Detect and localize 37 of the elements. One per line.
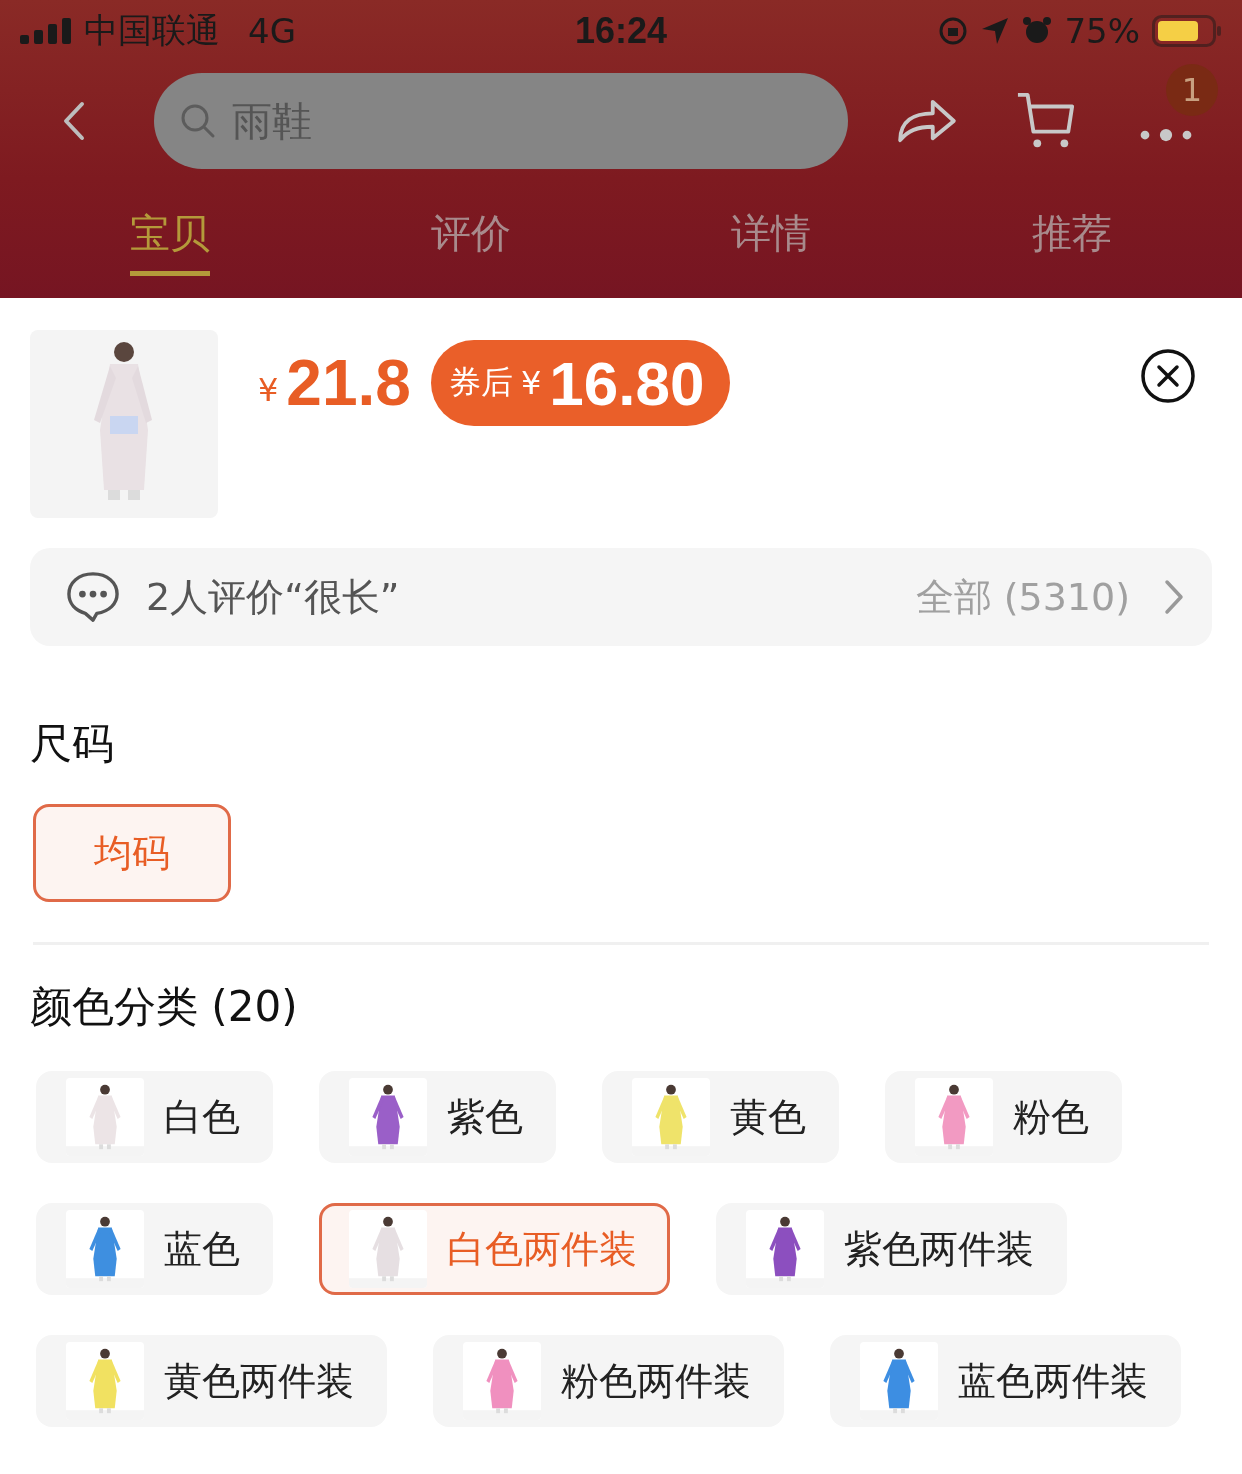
coupon-label: 券后 — [448, 362, 513, 403]
more-icon[interactable] — [1138, 128, 1194, 142]
carrier-name: 中国联通 — [84, 9, 220, 52]
close-icon[interactable] — [1140, 348, 1196, 404]
search-icon — [180, 103, 216, 139]
location-arrow-icon — [980, 16, 1011, 46]
color-option[interactable]: 紫色两件装 — [716, 1203, 1067, 1295]
share-icon[interactable] — [896, 98, 958, 144]
color-option[interactable]: 黄色两件装 — [36, 1335, 387, 1427]
coupon-price: 16.80 — [549, 347, 705, 419]
battery-icon — [1152, 15, 1222, 47]
color-option[interactable]: 黄色 — [602, 1071, 839, 1163]
alarm-icon — [1022, 16, 1053, 46]
rotation-lock-icon — [938, 16, 969, 46]
signal-icon — [20, 18, 72, 44]
battery-percent: 75% — [1064, 11, 1140, 51]
chevron-right-icon — [1164, 579, 1184, 615]
currency-sign: ¥ — [520, 364, 542, 402]
section-title: 尺码 — [30, 718, 115, 770]
clock-time: 16:24 — [574, 10, 668, 52]
color-option[interactable]: 白色 — [36, 1071, 273, 1163]
color-option[interactable]: 粉色两件装 — [433, 1335, 784, 1427]
notification-badge: 1 — [1166, 64, 1218, 116]
section-title: 颜色分类 (20) — [30, 981, 299, 1033]
review-count: 全部 (5310) — [915, 573, 1130, 621]
tab[interactable]: 宝贝 — [130, 202, 211, 276]
color-option[interactable]: 蓝色 — [36, 1203, 273, 1295]
product-price: 21.8 — [286, 346, 411, 420]
color-option[interactable]: 蓝色两件装 — [830, 1335, 1181, 1427]
review-highlight: 2人评价“很长” — [146, 573, 400, 621]
back-icon[interactable] — [62, 101, 86, 141]
chat-bubble-icon — [66, 571, 120, 623]
currency-sign: ¥ — [258, 371, 279, 409]
color-option[interactable]: 紫色 — [319, 1071, 556, 1163]
network-type: 4G — [248, 11, 296, 51]
review-summary-bar[interactable]: 2人评价“很长” 全部 (5310) — [30, 548, 1212, 646]
color-option[interactable]: 粉色 — [885, 1071, 1122, 1163]
